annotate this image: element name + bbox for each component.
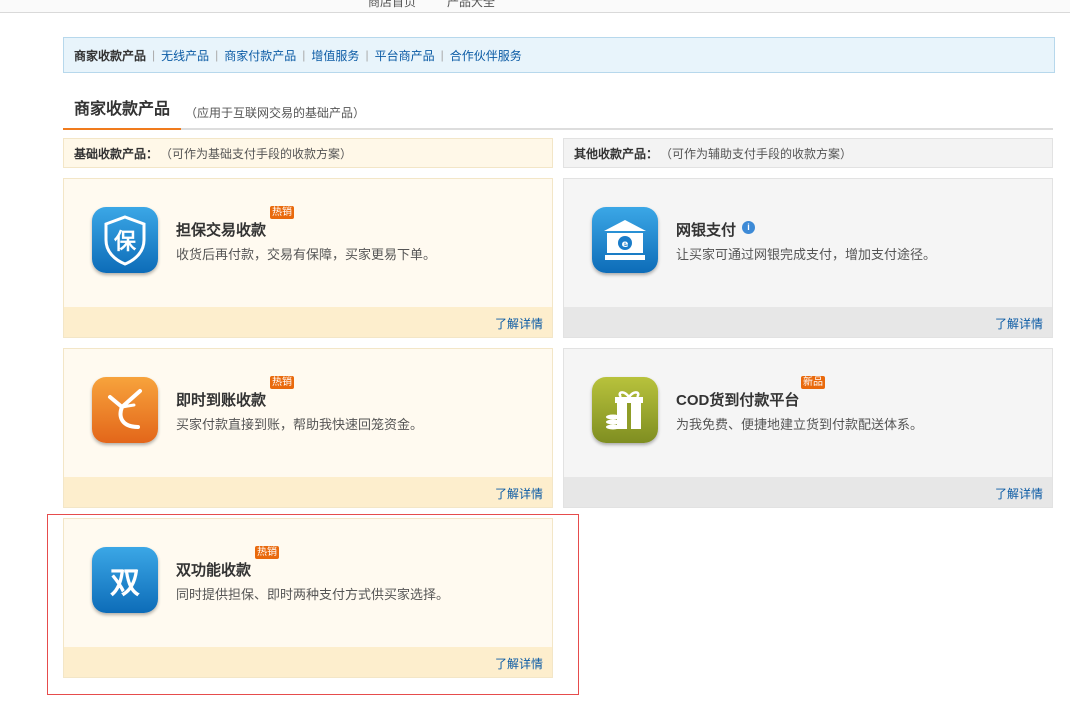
new-badge: 新品 — [801, 376, 825, 389]
subnav-separator: | — [440, 48, 444, 62]
instant-arrow-icon — [92, 377, 158, 443]
card-footer: 了解详情 — [564, 307, 1052, 337]
product-card-online-banking[interactable]: e 网银支付 i 让买家可通过网银完成支付，增加支付途径。 了解详情 — [563, 178, 1053, 338]
info-icon[interactable]: i — [742, 221, 755, 234]
top-link-store-home[interactable]: 商店首页 — [368, 0, 416, 10]
bank-icon: e — [592, 207, 658, 273]
subnav-platform[interactable]: 平台商产品 — [375, 47, 435, 64]
sub-navigation: 商家收款产品 | 无线产品 | 商家付款产品 | 增值服务 | 平台商产品 | … — [63, 37, 1055, 73]
card-title[interactable]: COD货到付款平台 — [676, 389, 799, 410]
learn-more-link[interactable]: 了解详情 — [995, 487, 1043, 501]
top-link-all-products[interactable]: 产品大全 — [447, 0, 495, 10]
learn-more-link[interactable]: 了解详情 — [995, 317, 1043, 331]
hot-badge: 热销 — [270, 206, 294, 219]
section-title: 商家收款产品 — [63, 96, 182, 130]
card-description: 收货后再付款，交易有保障，买家更易下单。 — [176, 247, 437, 262]
learn-more-link[interactable]: 了解详情 — [495, 317, 543, 331]
subnav-separator: | — [152, 48, 156, 62]
hot-badge: 热销 — [270, 376, 294, 389]
product-card-instant[interactable]: 即时到账收款 热销 买家付款直接到账，帮助我快速回笼资金。 了解详情 — [63, 348, 553, 508]
column-header-basic: 基础收款产品： （可作为基础支付手段的收款方案） — [63, 138, 553, 168]
subnav-separator: | — [365, 48, 369, 62]
subnav-merchant-pay[interactable]: 商家付款产品 — [224, 47, 296, 64]
column-note-basic: （可作为基础支付手段的收款方案） — [160, 146, 353, 161]
subnav-separator: | — [215, 48, 219, 62]
column-label-other: 其他收款产品： — [574, 146, 659, 161]
gift-box-icon — [592, 377, 658, 443]
card-footer: 了解详情 — [64, 307, 552, 337]
product-card-escrow[interactable]: 保 担保交易收款 热销 收货后再付款，交易有保障，买家更易下单。 了解详情 — [63, 178, 553, 338]
icon-glyph: 保 — [113, 230, 136, 255]
subnav-merchant-receive[interactable]: 商家收款产品 — [74, 47, 146, 64]
learn-more-link[interactable]: 了解详情 — [495, 487, 543, 501]
column-header-other: 其他收款产品： （可作为辅助支付手段的收款方案） — [563, 138, 1053, 168]
svg-text:e: e — [622, 239, 629, 250]
column-label-basic: 基础收款产品： — [74, 146, 159, 161]
card-description: 让买家可通过网银完成支付，增加支付途径。 — [676, 247, 937, 262]
subnav-separator: | — [302, 48, 306, 62]
card-title[interactable]: 即时到账收款 — [176, 389, 266, 410]
column-note-other: （可作为辅助支付手段的收款方案） — [660, 146, 853, 161]
card-footer: 了解详情 — [564, 477, 1052, 507]
card-title[interactable]: 网银支付 — [676, 219, 736, 240]
subnav-partner[interactable]: 合作伙伴服务 — [450, 47, 522, 64]
card-description: 为我免费、便捷地建立货到付款配送体系。 — [676, 417, 924, 432]
section-subtitle: （应用于互联网交易的基础产品） — [185, 106, 366, 120]
highlight-box — [47, 514, 579, 695]
card-description: 买家付款直接到账，帮助我快速回笼资金。 — [176, 417, 424, 432]
subnav-wireless[interactable]: 无线产品 — [161, 47, 209, 64]
product-card-cod[interactable]: COD货到付款平台 新品 为我免费、便捷地建立货到付款配送体系。 了解详情 — [563, 348, 1053, 508]
card-footer: 了解详情 — [64, 477, 552, 507]
top-bar: 商店首页 产品大全 — [0, 0, 1070, 13]
card-title[interactable]: 担保交易收款 — [176, 219, 266, 240]
section-header: 商家收款产品 （应用于互联网交易的基础产品） — [63, 96, 1053, 130]
subnav-value-added[interactable]: 增值服务 — [311, 47, 359, 64]
shield-guarantee-icon: 保 — [92, 207, 158, 273]
